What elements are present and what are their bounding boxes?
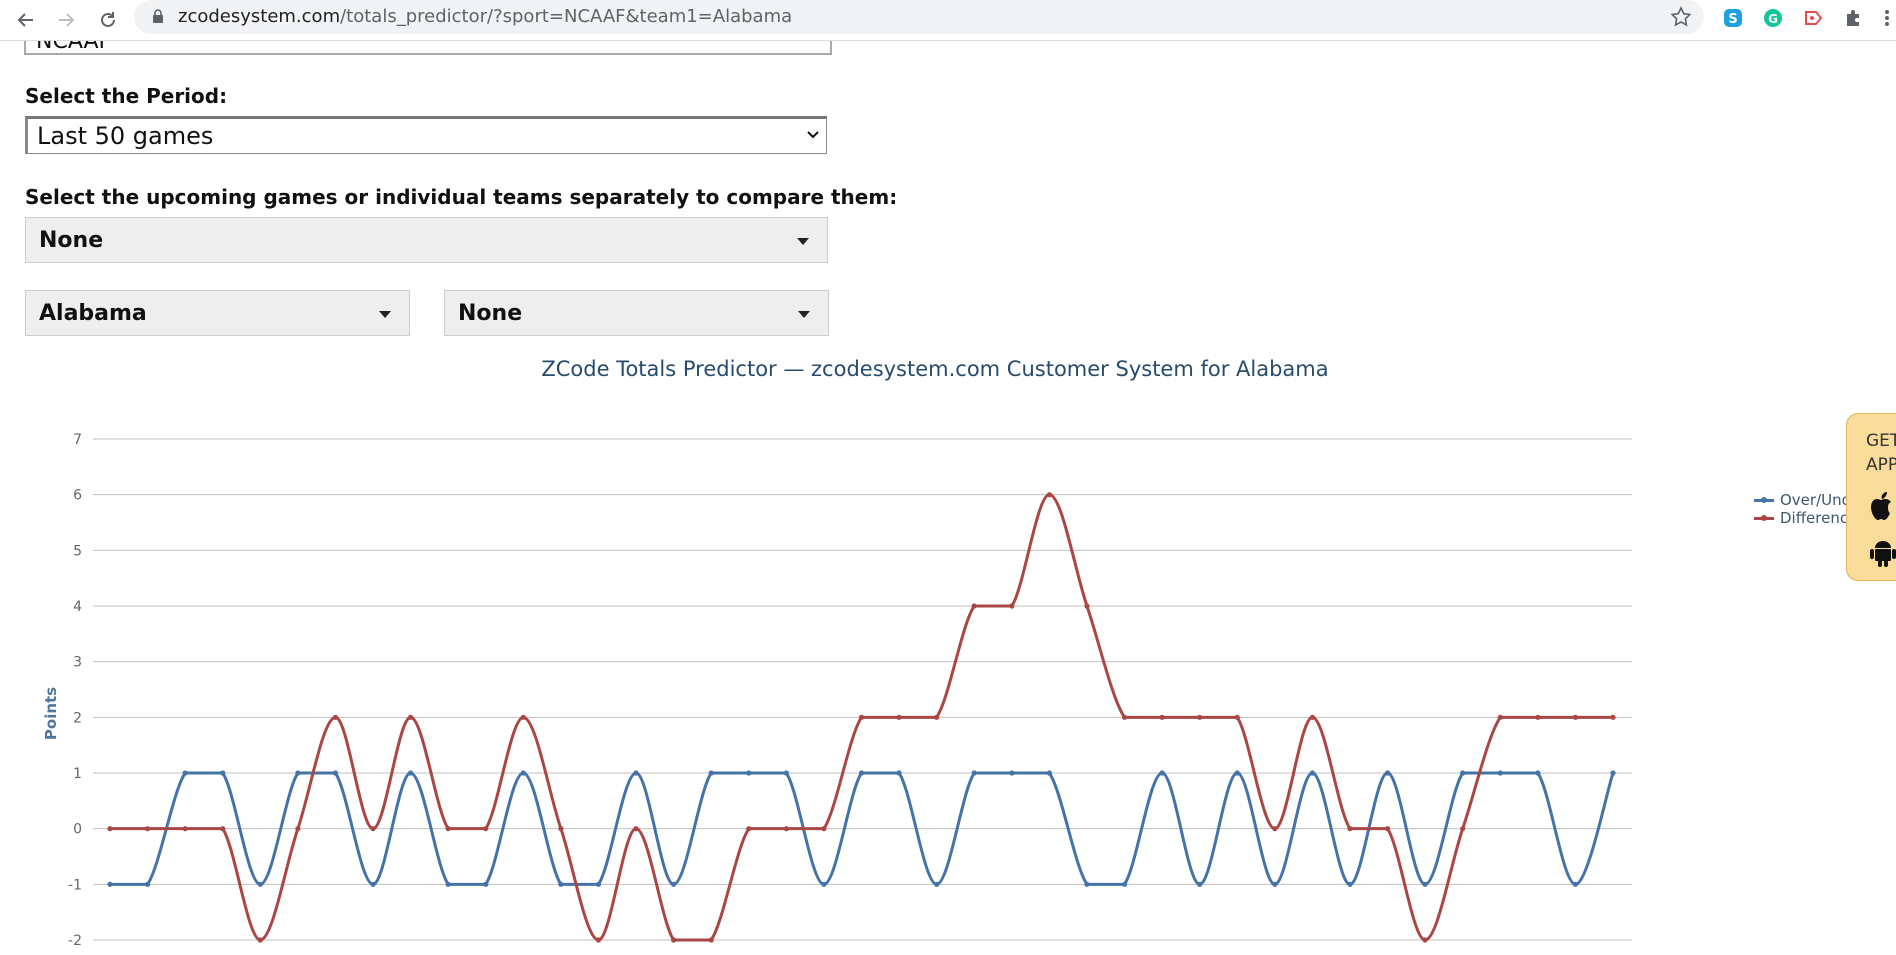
data-point-over-under [1046,770,1052,776]
data-point-over-under [1384,770,1391,776]
data-point-difference [858,714,865,720]
data-point-over-under [1197,881,1203,887]
data-point-difference [1497,714,1503,720]
data-point-over-under [1309,770,1315,776]
data-point-difference [1159,714,1165,720]
data-point-difference [1234,714,1240,720]
apple-icon[interactable] [1869,490,1896,522]
data-point-over-under [1422,881,1428,887]
data-point-over-under [182,770,188,776]
data-point-over-under [971,770,977,776]
y-tick-label: 5 [73,543,82,559]
data-point-difference [971,603,977,609]
data-point-over-under [708,770,714,776]
data-point-over-under [1347,881,1353,887]
get-apps-line1: GET [1866,431,1896,451]
data-point-difference [633,826,639,832]
data-point-over-under [746,770,752,776]
data-point-difference [1572,714,1579,720]
data-point-difference [1384,826,1391,832]
data-point-over-under [370,881,376,887]
data-point-over-under [1610,770,1616,776]
data-point-difference [746,826,752,832]
data-point-over-under [1497,770,1503,776]
data-point-difference [1347,826,1353,832]
data-point-difference [408,714,414,720]
data-point-difference [558,826,564,832]
data-point-difference [595,937,602,943]
data-point-over-under [257,881,263,887]
data-point-over-under [671,881,677,887]
data-point-over-under [1234,770,1240,776]
y-tick-label: -2 [68,933,82,949]
data-point-difference [1610,714,1616,720]
data-point-difference [295,826,301,832]
y-tick-label: 3 [73,655,82,671]
data-point-difference [1121,714,1128,720]
y-tick-label: 6 [73,488,82,504]
data-point-over-under [1535,770,1541,776]
get-apps-line2: APPS [1866,455,1896,475]
data-point-difference [708,937,714,943]
y-tick-label: 0 [73,822,82,838]
data-point-difference [332,714,339,720]
data-point-difference [1046,492,1052,498]
data-point-difference [107,826,113,832]
data-point-over-under [144,881,151,887]
data-point-difference [445,826,451,832]
y-tick-label: 4 [73,599,82,615]
data-point-difference [483,826,489,832]
chart: -2 -1 0 1 2 3 4 5 6 7 Points [42,432,1632,949]
data-point-difference [671,937,677,943]
data-point-over-under [896,770,902,776]
data-point-over-under [1121,881,1128,887]
data-point-difference [220,826,226,832]
data-point-over-under [107,881,113,887]
data-point-over-under [520,770,526,776]
data-point-over-under [633,770,639,776]
data-point-difference [783,826,789,832]
data-point-difference [1422,937,1428,943]
data-point-over-under [595,881,602,887]
data-point-difference [1197,714,1203,720]
data-point-difference [1309,714,1315,720]
data-point-difference [1084,603,1090,609]
y-axis-title: Points [42,687,60,740]
data-point-difference [1009,603,1015,609]
y-tick-label: 1 [73,766,82,782]
data-point-difference [257,937,263,943]
data-point-difference [1535,714,1541,720]
data-point-difference [1272,826,1278,832]
data-point-over-under [408,770,414,776]
data-point-over-under [858,770,865,776]
data-point-over-under [1159,770,1165,776]
data-point-difference [520,714,526,720]
data-point-difference [370,826,376,832]
data-point-over-under [821,881,827,887]
data-point-over-under [295,770,301,776]
data-point-over-under [220,770,226,776]
data-point-over-under [1272,881,1278,887]
get-apps-widget[interactable]: GET APPS [1846,413,1896,581]
data-point-over-under [1084,881,1090,887]
y-tick-label: 7 [73,432,82,448]
data-point-over-under [445,881,451,887]
data-point-over-under [558,881,564,887]
data-point-over-under [1009,770,1015,776]
data-point-over-under [1572,881,1579,887]
data-point-difference [144,826,151,832]
data-point-over-under [1460,770,1466,776]
data-point-difference [1460,826,1466,832]
data-point-over-under [483,881,489,887]
data-point-difference [182,826,188,832]
y-tick-label: -1 [68,877,82,893]
data-point-over-under [934,881,940,887]
y-tick-label: 2 [73,710,82,726]
data-point-difference [934,714,940,720]
data-point-difference [896,714,902,720]
data-point-over-under [332,770,339,776]
data-point-difference [821,826,827,832]
android-icon[interactable] [1870,538,1896,568]
data-point-over-under [783,770,789,776]
